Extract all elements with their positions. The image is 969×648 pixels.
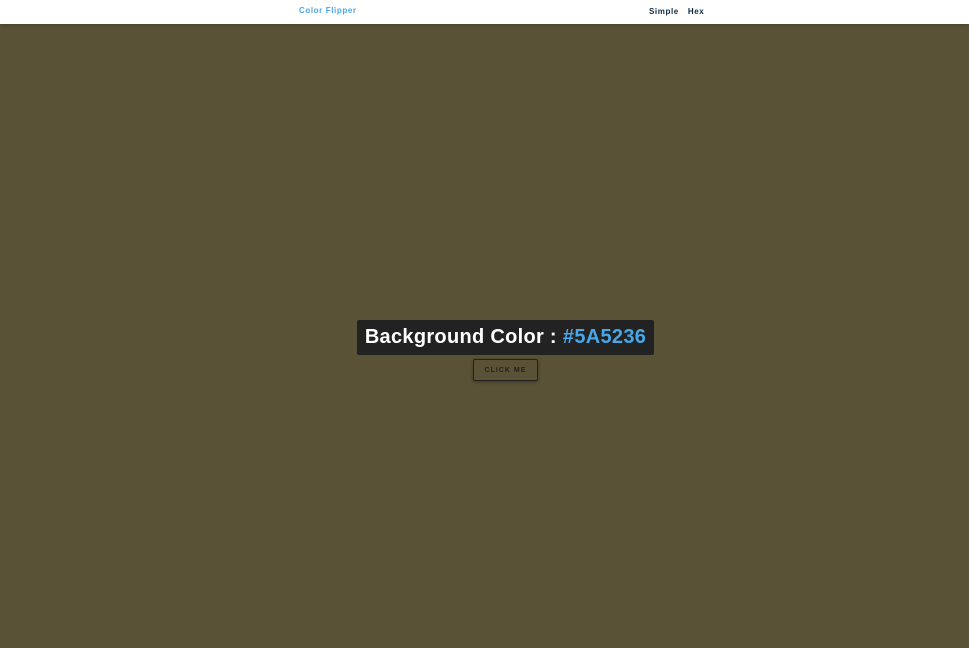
nav-links: Simple Hex (649, 7, 704, 16)
color-label: Background Color : (364, 325, 557, 348)
nav-link-hex[interactable]: Hex (688, 7, 704, 16)
click-me-button[interactable]: CLICK ME (473, 359, 538, 381)
color-value: #5A5236 (562, 325, 647, 348)
color-display: Background Color : #5A5236 (357, 319, 654, 355)
main-content: Background Color : #5A5236 CLICK ME (0, 24, 969, 648)
brand-link[interactable]: Color Flipper (299, 6, 357, 15)
navbar: Color Flipper Simple Hex (0, 0, 969, 24)
nav-link-simple[interactable]: Simple (649, 7, 679, 16)
